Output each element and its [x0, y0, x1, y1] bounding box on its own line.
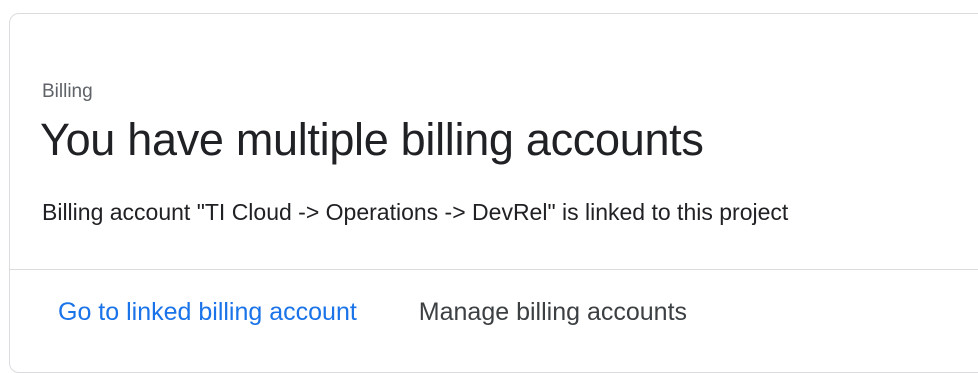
card-divider	[10, 269, 978, 270]
billing-card: Billing You have multiple billing accoun…	[9, 13, 978, 373]
manage-billing-accounts-button[interactable]: Manage billing accounts	[419, 298, 687, 327]
go-to-linked-billing-account-button[interactable]: Go to linked billing account	[58, 298, 357, 327]
card-actions: Go to linked billing account Manage bill…	[58, 298, 687, 327]
card-title: You have multiple billing accounts	[40, 114, 704, 165]
card-description: Billing account "TI Cloud -> Operations …	[42, 199, 789, 225]
card-eyebrow: Billing	[42, 81, 93, 102]
